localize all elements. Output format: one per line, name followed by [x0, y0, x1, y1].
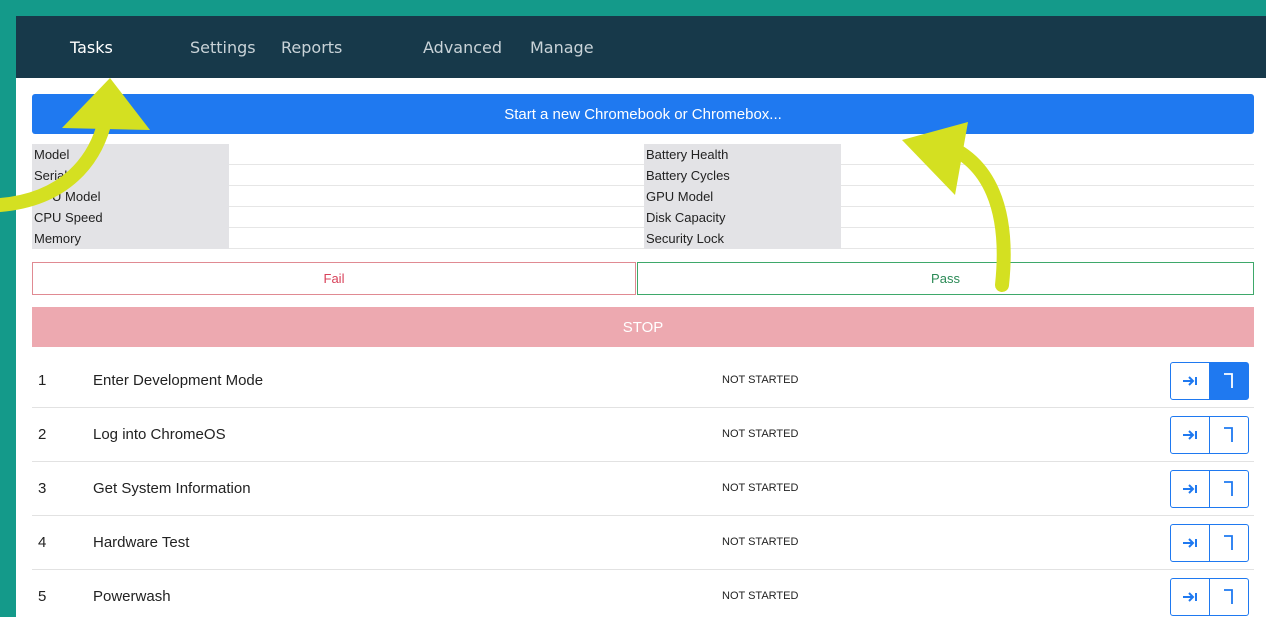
task-row: 5 Powerwash NOT STARTED	[32, 570, 1254, 617]
fail-button[interactable]: Fail	[32, 262, 636, 295]
nav-tab-tasks[interactable]: Tasks	[70, 38, 113, 57]
task-name: Powerwash	[93, 588, 171, 605]
cpu-speed-label: CPU Speed	[34, 210, 103, 225]
battery-health-value	[841, 144, 1254, 165]
task-number: 1	[38, 372, 47, 389]
info-row: Memory Security Lock	[32, 228, 1254, 249]
serial-label: Serial	[34, 168, 68, 183]
task-action-group	[1170, 524, 1250, 562]
security-lock-label: Security Lock	[646, 231, 725, 246]
task-name: Hardware Test	[93, 534, 190, 551]
nav-tab-advanced[interactable]: Advanced	[423, 38, 502, 57]
jump-task-button[interactable]	[1209, 416, 1249, 454]
task-row: 2 Log into ChromeOS NOT STARTED	[32, 408, 1254, 462]
arrow-right-to-bar-icon	[1183, 430, 1197, 440]
skip-task-button[interactable]	[1170, 578, 1210, 616]
battery-cycles-value	[841, 165, 1254, 186]
task-name: Get System Information	[93, 480, 251, 497]
battery-cycles-label: Battery Cycles	[646, 168, 730, 183]
arrow-right-to-bar-icon	[1183, 538, 1197, 548]
corner-down-icon	[1224, 427, 1233, 442]
top-navbar: Tasks Settings Reports Advanced Manage	[16, 16, 1266, 78]
task-number: 4	[38, 534, 47, 551]
skip-task-button[interactable]	[1170, 524, 1210, 562]
info-row: Model Battery Health	[32, 144, 1254, 165]
disk-capacity-value	[841, 207, 1254, 228]
task-row: 1 Enter Development Mode NOT STARTED	[32, 354, 1254, 408]
task-status: NOT STARTED	[722, 428, 799, 440]
task-number: 5	[38, 588, 47, 605]
memory-label: Memory	[34, 231, 81, 246]
security-lock-value	[841, 228, 1254, 249]
task-row: 4 Hardware Test NOT STARTED	[32, 516, 1254, 570]
start-new-device-button[interactable]: Start a new Chromebook or Chromebox...	[32, 94, 1254, 134]
nav-tab-reports[interactable]: Reports	[281, 38, 342, 57]
arrow-right-to-bar-icon	[1183, 592, 1197, 602]
task-status: NOT STARTED	[722, 536, 799, 548]
arrow-right-to-bar-icon	[1183, 484, 1197, 494]
arrow-right-to-bar-icon	[1183, 376, 1197, 386]
task-action-group	[1170, 416, 1250, 454]
gpu-model-value	[841, 186, 1254, 207]
model-value	[229, 144, 644, 165]
task-name: Enter Development Mode	[93, 372, 264, 389]
task-status: NOT STARTED	[722, 374, 799, 386]
app-window: Tasks Settings Reports Advanced Manage S…	[16, 16, 1266, 617]
disk-capacity-label: Disk Capacity	[646, 210, 726, 225]
serial-value	[229, 165, 644, 186]
cpu-speed-value	[229, 207, 644, 228]
task-status: NOT STARTED	[722, 590, 799, 602]
task-action-group	[1170, 470, 1250, 508]
corner-down-icon	[1224, 535, 1233, 550]
task-number: 3	[38, 480, 47, 497]
jump-task-button[interactable]	[1209, 524, 1249, 562]
task-action-group	[1170, 362, 1250, 400]
device-info-table: Model Battery Health Serial Battery Cycl…	[32, 144, 1254, 250]
task-name: Log into ChromeOS	[93, 426, 226, 443]
nav-tab-settings[interactable]: Settings	[190, 38, 256, 57]
info-row: Serial Battery Cycles	[32, 165, 1254, 186]
task-status: NOT STARTED	[722, 482, 799, 494]
skip-task-button[interactable]	[1170, 362, 1210, 400]
pass-button[interactable]: Pass	[637, 262, 1254, 295]
nav-tab-manage[interactable]: Manage	[530, 38, 594, 57]
corner-down-icon	[1224, 373, 1233, 388]
battery-health-label: Battery Health	[646, 147, 729, 162]
task-number: 2	[38, 426, 47, 443]
gpu-model-label: GPU Model	[646, 189, 714, 204]
model-label: Model	[34, 147, 70, 162]
cpu-model-value	[229, 186, 644, 207]
memory-value	[229, 228, 644, 249]
task-action-group	[1170, 578, 1250, 616]
info-row: CPU Model GPU Model	[32, 186, 1254, 207]
corner-down-icon	[1224, 481, 1233, 496]
corner-down-icon	[1224, 589, 1233, 604]
task-row: 3 Get System Information NOT STARTED	[32, 462, 1254, 516]
cpu-model-label: CPU Model	[34, 189, 101, 204]
jump-task-button[interactable]	[1209, 470, 1249, 508]
jump-task-button[interactable]	[1209, 578, 1249, 616]
stop-button[interactable]: STOP	[32, 307, 1254, 347]
skip-task-button[interactable]	[1170, 416, 1210, 454]
info-row: CPU Speed Disk Capacity	[32, 207, 1254, 228]
skip-task-button[interactable]	[1170, 470, 1210, 508]
jump-task-button[interactable]	[1209, 362, 1249, 400]
